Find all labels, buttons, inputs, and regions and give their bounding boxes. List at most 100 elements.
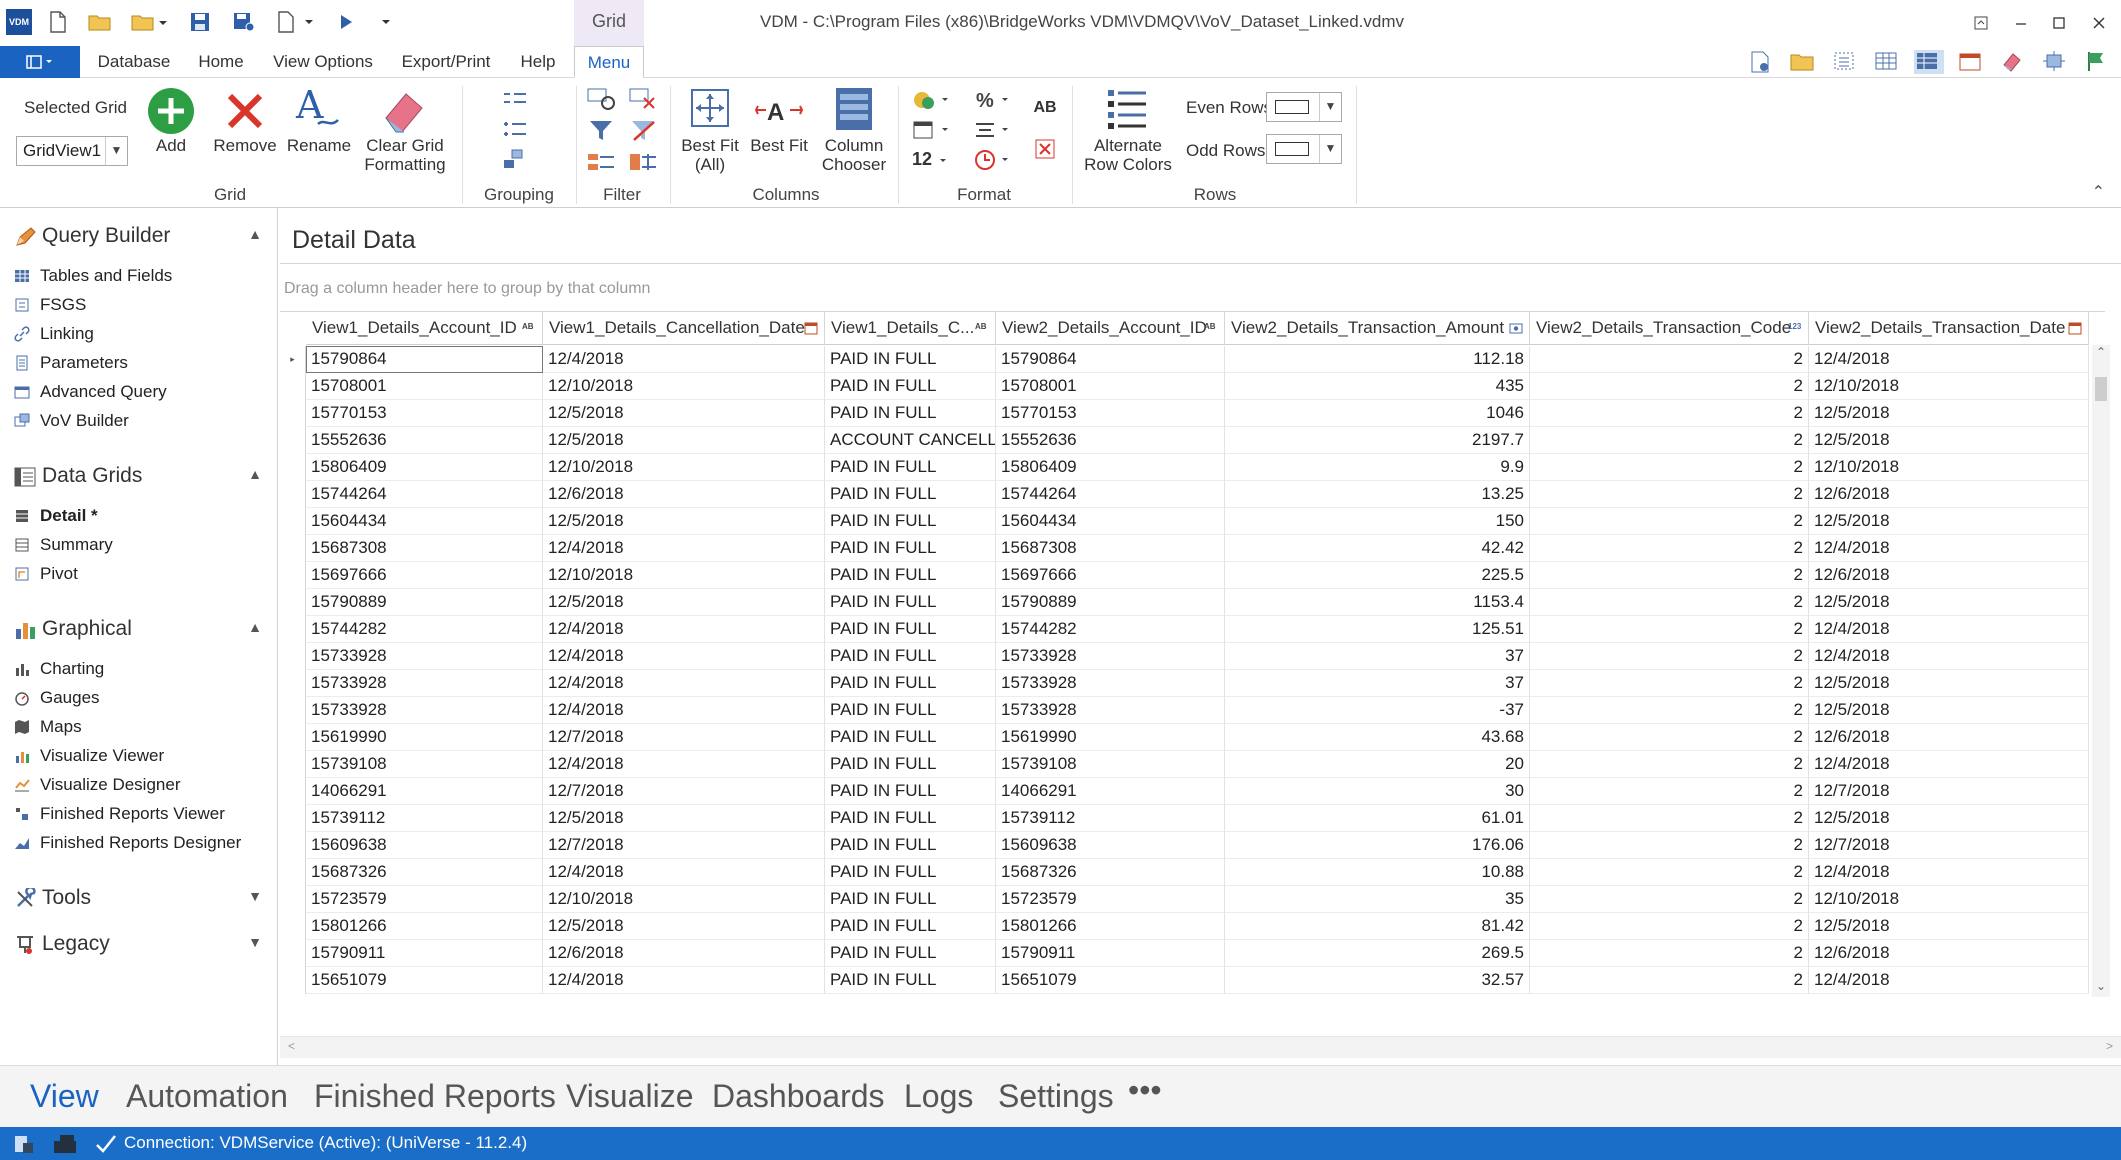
save-icon[interactable] — [188, 10, 212, 34]
table-cell[interactable]: 2 — [1530, 373, 1809, 400]
table-cell[interactable]: PAID IN FULL — [825, 508, 996, 535]
table-cell[interactable]: 12/10/2018 — [543, 373, 825, 400]
select-all-icon[interactable] — [1832, 50, 1858, 74]
group-by-icon[interactable] — [500, 88, 530, 112]
row-indicator[interactable] — [280, 400, 306, 427]
alternate-row-colors-icon[interactable] — [1106, 86, 1148, 130]
row-indicator[interactable] — [280, 643, 306, 670]
row-indicator[interactable] — [280, 562, 306, 589]
time-format-icon[interactable] — [974, 148, 1014, 172]
selected-grid-combo[interactable]: GridView1 ▼ — [16, 136, 128, 166]
table-cell[interactable]: 30 — [1225, 778, 1530, 805]
table-cell[interactable]: 12/6/2018 — [1809, 940, 2089, 967]
table-cell[interactable]: 13.25 — [1225, 481, 1530, 508]
table-cell[interactable]: 15552636 — [996, 427, 1225, 454]
group-panel-hint[interactable]: Drag a column header here to group by th… — [284, 280, 650, 298]
table-cell[interactable]: 15770153 — [306, 400, 543, 427]
table-cell[interactable]: 2197.7 — [1225, 427, 1530, 454]
table-cell[interactable]: 15744264 — [306, 481, 543, 508]
table-cell[interactable]: 12/10/2018 — [543, 454, 825, 481]
open-recent-icon[interactable] — [130, 10, 168, 34]
export-icon[interactable] — [276, 10, 314, 34]
clear-format-icon[interactable] — [1034, 138, 1056, 160]
table-cell[interactable]: 1153.4 — [1225, 589, 1530, 616]
nav-linking[interactable]: Linking — [14, 321, 264, 347]
row-indicator[interactable] — [280, 373, 306, 400]
column-header[interactable]: View1_Details_Cancellation_Date — [543, 312, 825, 345]
table-cell[interactable]: 12/4/2018 — [543, 967, 825, 994]
chevron-up-icon[interactable]: ▲ — [248, 619, 262, 635]
nav-summary[interactable]: Summary — [14, 532, 264, 558]
odd-rows-color-picker[interactable]: ▼ — [1266, 134, 1342, 164]
remove-button[interactable]: Remove — [210, 136, 280, 155]
table-cell[interactable]: PAID IN FULL — [825, 778, 996, 805]
table-cell[interactable]: 12/4/2018 — [1809, 751, 2089, 778]
chevron-down-icon[interactable]: ▼ — [248, 934, 262, 950]
table-cell[interactable]: 14066291 — [306, 778, 543, 805]
table-row[interactable]: 15609638 12/7/2018 PAID IN FULL 15609638 176… — [280, 832, 2105, 859]
scroll-left-icon[interactable]: < — [288, 1039, 295, 1053]
table-cell[interactable]: 12/4/2018 — [543, 670, 825, 697]
column-chooser-button[interactable]: Column Chooser — [814, 136, 894, 174]
table-row[interactable]: 14066291 12/7/2018 PAID IN FULL 14066291 30 2… — [280, 778, 2105, 805]
table-cell[interactable]: 43.68 — [1225, 724, 1530, 751]
bottom-tab-dashboards[interactable]: Dashboards — [712, 1078, 885, 1115]
table-cell[interactable]: 15739112 — [996, 805, 1225, 832]
open-folder-icon[interactable] — [88, 10, 112, 34]
table-cell[interactable]: 37 — [1225, 643, 1530, 670]
filter-columns-icon[interactable] — [628, 150, 660, 174]
row-indicator[interactable] — [280, 724, 306, 751]
table-cell[interactable]: 12/5/2018 — [1809, 400, 2089, 427]
table-row[interactable]: 15739108 12/4/2018 PAID IN FULL 15739108 20 2… — [280, 751, 2105, 778]
chevron-up-icon[interactable]: ▲ — [248, 226, 262, 242]
table-cell[interactable]: PAID IN FULL — [825, 859, 996, 886]
row-indicator[interactable] — [280, 805, 306, 832]
column-header[interactable]: View1_Details_C... AB — [825, 312, 996, 345]
maximize-icon[interactable] — [2044, 10, 2074, 36]
nav-charting[interactable]: Charting — [14, 656, 264, 682]
table-cell[interactable]: 15723579 — [306, 886, 543, 913]
table-cell[interactable]: 12/5/2018 — [1809, 805, 2089, 832]
table-cell[interactable]: 1046 — [1225, 400, 1530, 427]
table-cell[interactable]: 2 — [1530, 508, 1809, 535]
table-cell[interactable]: 2 — [1530, 670, 1809, 697]
nav-pivot[interactable]: Pivot — [14, 561, 264, 587]
row-indicator[interactable] — [280, 967, 306, 994]
table-cell[interactable]: PAID IN FULL — [825, 913, 996, 940]
table-cell[interactable]: 12/10/2018 — [543, 886, 825, 913]
row-indicator[interactable] — [280, 670, 306, 697]
table-cell[interactable]: 15687308 — [996, 535, 1225, 562]
table-cell[interactable]: 2 — [1530, 535, 1809, 562]
bottom-tab-settings[interactable]: Settings — [998, 1078, 1114, 1115]
table-cell[interactable]: 12/6/2018 — [1809, 562, 2089, 589]
nav-parameters[interactable]: Parameters — [14, 350, 264, 376]
tab-menu[interactable]: Menu — [574, 46, 644, 78]
calendar-icon[interactable] — [1958, 50, 1984, 74]
table-cell[interactable]: 81.42 — [1225, 913, 1530, 940]
table-row[interactable]: 15806409 12/10/2018 PAID IN FULL 15806409 9.… — [280, 454, 2105, 481]
table-cell[interactable]: 2 — [1530, 589, 1809, 616]
table-cell[interactable]: PAID IN FULL — [825, 805, 996, 832]
filter-icon[interactable] — [586, 118, 618, 144]
clear-filter-icon[interactable] — [628, 118, 660, 144]
nav-tables-and-fields[interactable]: Tables and Fields — [14, 263, 264, 289]
table-row[interactable]: 15651079 12/4/2018 PAID IN FULL 15651079 32.… — [280, 967, 2105, 994]
table-cell[interactable]: 2 — [1530, 859, 1809, 886]
table-row[interactable]: 15733928 12/4/2018 PAID IN FULL 15733928 37 2… — [280, 670, 2105, 697]
row-indicator[interactable] — [280, 832, 306, 859]
table-cell[interactable]: 2 — [1530, 751, 1809, 778]
bottom-tab-finished-reports[interactable]: Finished Reports — [314, 1078, 556, 1115]
nav-gauges[interactable]: Gauges — [14, 685, 264, 711]
table-cell[interactable]: 15708001 — [996, 373, 1225, 400]
section-graphical[interactable]: Graphical ▲ — [12, 615, 268, 645]
nav-finished-reports-designer[interactable]: Finished Reports Designer — [14, 830, 264, 856]
table-cell[interactable]: 12/4/2018 — [1809, 535, 2089, 562]
table-row[interactable]: 15744264 12/6/2018 PAID IN FULL 15744264 13.… — [280, 481, 2105, 508]
run-icon[interactable] — [334, 10, 358, 34]
nav-advanced-query[interactable]: Advanced Query — [14, 379, 264, 405]
table-cell[interactable]: PAID IN FULL — [825, 400, 996, 427]
table-cell[interactable]: 2 — [1530, 778, 1809, 805]
clear-grid-formatting-button[interactable]: Clear Grid Formatting — [360, 136, 450, 174]
table-cell[interactable]: PAID IN FULL — [825, 535, 996, 562]
table-cell[interactable]: 15801266 — [996, 913, 1225, 940]
